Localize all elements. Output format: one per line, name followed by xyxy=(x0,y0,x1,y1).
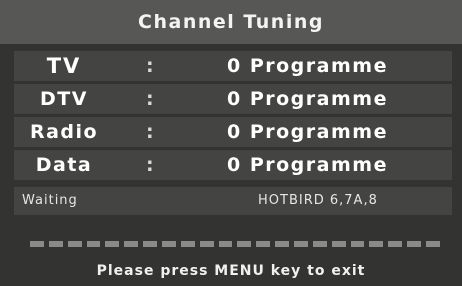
progress-segment xyxy=(369,241,384,247)
satellite-name: HOTBIRD 6,7A,8 xyxy=(258,193,378,208)
progress-segment xyxy=(30,241,44,247)
row-label: TV xyxy=(46,54,82,78)
progress-segment xyxy=(256,241,271,247)
row-value: 0 Programme xyxy=(227,121,388,143)
progress-segment xyxy=(105,241,120,247)
progress-segment xyxy=(426,241,440,247)
progress-segment xyxy=(67,241,82,247)
progress-segment xyxy=(199,241,214,247)
row-data: Data : 0 Programme xyxy=(14,150,452,180)
progress-segment xyxy=(218,241,233,247)
progress-segment xyxy=(388,241,403,247)
status-bar: Waiting HOTBIRD 6,7A,8 xyxy=(14,187,452,215)
progress-segment xyxy=(143,241,158,247)
row-value: 0 Programme xyxy=(227,55,388,77)
progress-segment xyxy=(48,241,63,247)
channel-tuning-screen: Channel Tuning TV : 0 Programme DTV : 0 … xyxy=(0,0,462,286)
row-colon: : xyxy=(146,154,156,176)
row-tv: TV : 0 Programme xyxy=(14,51,452,81)
progress-segment xyxy=(237,241,252,247)
row-radio: Radio : 0 Programme xyxy=(14,117,452,147)
progress-segment xyxy=(350,241,365,247)
progress-segment xyxy=(331,241,346,247)
page-title: Channel Tuning xyxy=(0,0,462,44)
row-label: DTV xyxy=(40,88,88,110)
row-dtv: DTV : 0 Programme xyxy=(14,84,452,114)
progress-bar xyxy=(30,240,440,248)
row-label: Data xyxy=(35,154,93,176)
row-label: Radio xyxy=(29,121,99,143)
row-value: 0 Programme xyxy=(227,88,388,110)
progress-segment xyxy=(407,241,422,247)
exit-hint: Please press MENU key to exit xyxy=(96,263,366,279)
row-colon: : xyxy=(146,121,156,143)
progress-segment xyxy=(180,241,195,247)
row-colon: : xyxy=(146,55,156,77)
row-colon: : xyxy=(146,88,156,110)
progress-segment xyxy=(275,241,290,247)
progress-segment xyxy=(294,241,308,247)
progress-segment xyxy=(86,241,101,247)
progress-segment xyxy=(312,241,327,247)
progress-segment xyxy=(162,241,176,247)
progress-segment xyxy=(124,241,139,247)
status-text: Waiting xyxy=(22,193,78,208)
row-value: 0 Programme xyxy=(227,154,388,176)
